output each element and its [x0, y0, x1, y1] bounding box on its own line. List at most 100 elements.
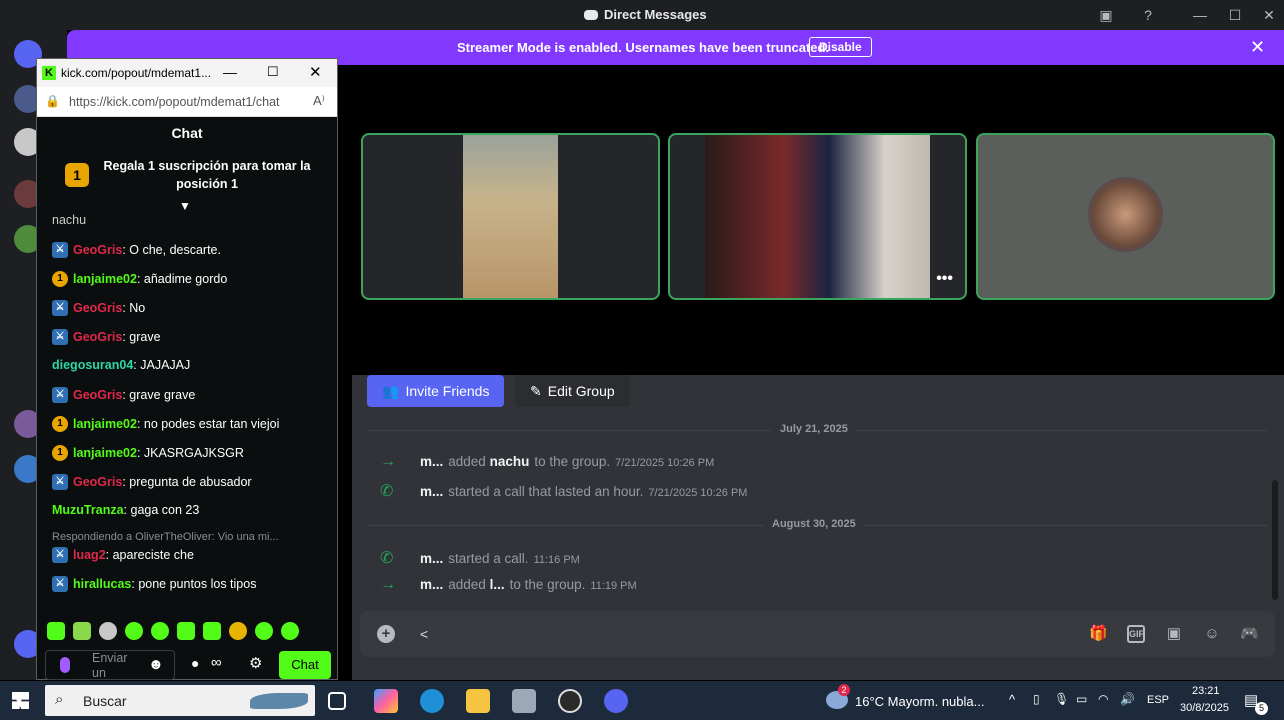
app-title-bar: Direct Messages ▣ ? — ☐ ✕: [0, 0, 1284, 30]
emote-icon[interactable]: [229, 622, 247, 640]
wifi-icon[interactable]: ◠: [1098, 692, 1108, 706]
video-tile[interactable]: [976, 133, 1275, 300]
chat-username[interactable]: GeoGris: [73, 243, 122, 257]
emote-icon[interactable]: [125, 622, 143, 640]
date-label: July 21, 2025: [772, 423, 856, 435]
lock-icon: 🔒: [45, 94, 60, 108]
mic-icon[interactable]: [60, 657, 70, 673]
emoji-icon[interactable]: ☻: [148, 656, 164, 673]
edge-icon[interactable]: [420, 689, 444, 713]
chat-username[interactable]: diegosuran04: [52, 358, 133, 372]
more-options-icon[interactable]: •••: [936, 270, 953, 288]
emote-icon[interactable]: [255, 622, 273, 640]
close-button[interactable]: ✕: [309, 63, 322, 81]
pinned-goal[interactable]: 1 Regala 1 suscripción para tomar la pos…: [37, 149, 337, 213]
app-icon[interactable]: [512, 689, 536, 713]
emote-icon[interactable]: [281, 622, 299, 640]
weather-text[interactable]: 16°C Mayorm. nubla...: [855, 694, 984, 709]
clock-time[interactable]: 23:21: [1192, 685, 1220, 697]
chat-text: : gaga con 23: [123, 503, 200, 517]
help-icon[interactable]: ?: [1137, 5, 1159, 25]
sticker-icon[interactable]: ▣: [1165, 625, 1183, 643]
chat-header: Chat: [171, 125, 203, 141]
gif-icon[interactable]: GIF: [1127, 625, 1145, 643]
read-aloud-icon[interactable]: A⁾: [313, 93, 325, 109]
usb-icon[interactable]: ▯: [1033, 692, 1040, 706]
chat-message: diegosuran04: JAJAJAJ: [52, 358, 190, 372]
moderator-badge-icon: ⚔: [52, 387, 68, 403]
maximize-button[interactable]: ☐: [267, 64, 279, 80]
maximize-button[interactable]: ☐: [1224, 5, 1246, 25]
volume-icon[interactable]: 🔊: [1120, 692, 1135, 706]
emote-icon[interactable]: [203, 622, 221, 640]
chevron-up-icon[interactable]: ^: [1009, 692, 1015, 707]
infinity-icon[interactable]: ∞: [211, 654, 222, 671]
chat-username[interactable]: GeoGris: [73, 475, 122, 489]
attach-icon[interactable]: +: [377, 625, 395, 643]
disable-button[interactable]: Disable: [809, 37, 872, 57]
chat-text: : pone puntos los tipos: [131, 577, 257, 591]
emote-icon[interactable]: [73, 622, 91, 640]
subscriber-badge-icon: 1: [52, 445, 68, 461]
emote-icon[interactable]: [99, 622, 117, 640]
scrollbar[interactable]: [1272, 480, 1278, 600]
emote-icon[interactable]: [151, 622, 169, 640]
message-input[interactable]: <: [420, 626, 1020, 644]
invite-friends-button[interactable]: 👥 Invite Friends: [367, 375, 505, 407]
chat-username[interactable]: GeoGris: [73, 388, 122, 402]
join-arrow-icon: →: [380, 576, 396, 593]
chat-username[interactable]: GeoGris: [73, 330, 122, 344]
address-bar[interactable]: 🔒 https://kick.com/popout/mdemat1/chat A…: [37, 87, 337, 117]
emoji-icon[interactable]: ☺: [1203, 625, 1221, 643]
windows-start-icon[interactable]: [12, 692, 29, 709]
emote-icon[interactable]: [47, 622, 65, 640]
close-button[interactable]: ✕: [1258, 5, 1280, 25]
message-composer: + < 🎁 GIF ▣ ☺ 🎮: [360, 611, 1275, 657]
taskbar-search[interactable]: ⌕ Buscar: [45, 685, 315, 716]
app-icon[interactable]: [558, 689, 582, 713]
chat-username[interactable]: lanjaime02: [73, 272, 137, 286]
rank-badge: 1: [65, 163, 89, 187]
chat-message: nachu: [52, 213, 87, 227]
participant-video: [463, 135, 558, 298]
chat-username[interactable]: hirallucas: [73, 577, 131, 591]
discord-taskbar-icon[interactable]: [604, 689, 628, 713]
moderator-badge-icon: ⚔: [52, 576, 68, 592]
notification-badge: 5: [1255, 702, 1268, 715]
chat-username[interactable]: luag2: [73, 548, 106, 562]
chat-username[interactable]: GeoGris: [73, 301, 122, 315]
chat-input[interactable]: Enviar un ☻: [45, 650, 175, 680]
chat-username[interactable]: lanjaime02: [73, 417, 137, 431]
edit-group-button[interactable]: ✎ Edit Group: [515, 375, 630, 407]
send-chat-button[interactable]: Chat: [279, 651, 331, 679]
participant-video: [705, 135, 930, 298]
gift-icon[interactable]: 🎁: [1089, 625, 1108, 643]
date-label: August 30, 2025: [764, 518, 864, 530]
video-tile[interactable]: [361, 133, 660, 300]
language-indicator[interactable]: ESP: [1147, 694, 1169, 706]
chat-text: : O che, descarte.: [122, 243, 221, 257]
chat-username[interactable]: MuzuTranza: [52, 503, 124, 517]
task-view-icon[interactable]: [328, 692, 346, 710]
emote-icon[interactable]: [177, 622, 195, 640]
minimize-button[interactable]: —: [1189, 5, 1211, 25]
moderator-badge-icon: ⚔: [52, 547, 68, 563]
gamepad-icon[interactable]: 🎮: [1240, 625, 1259, 643]
settings-icon[interactable]: ⚙: [249, 654, 262, 672]
system-message: ✆ m... started a call that lasted an hou…: [380, 483, 748, 500]
chat-message: ⚔ GeoGris: O che, descarte.: [52, 242, 221, 258]
copilot-icon[interactable]: [374, 689, 398, 713]
video-tile[interactable]: •••: [668, 133, 967, 300]
popup-title-bar: K kick.com/popout/mdemat1... — ☐ ✕: [37, 59, 337, 87]
close-icon[interactable]: ✕: [1250, 37, 1265, 58]
points-icon[interactable]: ●: [191, 655, 199, 671]
system-message: ✆ m... started a call. 11:16 PM: [380, 550, 580, 567]
file-explorer-icon[interactable]: [466, 689, 490, 713]
microphone-icon[interactable]: 🎙: [1054, 692, 1069, 706]
network-icon[interactable]: ▭: [1076, 692, 1087, 706]
clock-date[interactable]: 30/8/2025: [1180, 702, 1229, 714]
inbox-icon[interactable]: ▣: [1095, 5, 1117, 25]
chat-username[interactable]: lanjaime02: [73, 446, 137, 460]
moderator-badge-icon: ⚔: [52, 474, 68, 490]
minimize-button[interactable]: —: [223, 64, 237, 80]
